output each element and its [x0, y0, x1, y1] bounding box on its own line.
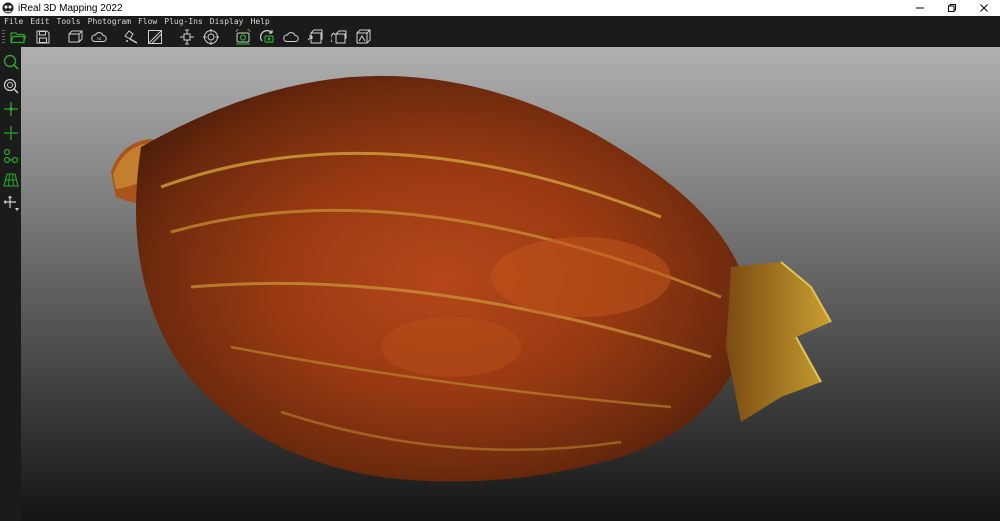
clean-mesh-button[interactable] — [122, 28, 140, 46]
align-points-button[interactable] — [2, 147, 20, 165]
menu-flow[interactable]: Flow — [138, 16, 157, 27]
window-title: iReal 3D Mapping 2022 — [18, 2, 123, 14]
save-icon — [36, 30, 50, 44]
zoom-button[interactable] — [2, 53, 20, 71]
menu-display[interactable]: Display — [210, 16, 244, 27]
restore-button[interactable] — [936, 0, 968, 16]
model-rotate-icon — [331, 30, 347, 44]
model-cube-icon — [356, 29, 371, 44]
pod-highlight — [381, 317, 521, 377]
center-button[interactable] — [2, 124, 20, 142]
move-button[interactable] — [2, 194, 20, 212]
menu-edit[interactable]: Edit — [30, 16, 49, 27]
pod-highlight — [491, 237, 671, 317]
svg-text:3D: 3D — [97, 37, 102, 41]
open-folder-icon — [10, 32, 26, 44]
drone-icon — [180, 29, 194, 45]
app-logo-icon — [2, 2, 14, 14]
grid-icon — [2, 172, 19, 187]
model-rotate-button[interactable] — [330, 28, 348, 46]
texture-button[interactable] — [146, 28, 164, 46]
camera-sync-button[interactable] — [258, 28, 276, 46]
model-export-icon — [307, 29, 323, 44]
grid-button[interactable] — [2, 171, 20, 189]
texture-icon — [148, 30, 162, 44]
open-project-button[interactable] — [9, 28, 27, 46]
menu-file[interactable]: File — [4, 16, 23, 27]
cloud-icon: 3D — [91, 32, 107, 42]
left-toolbar — [0, 47, 21, 521]
zoom-fit-icon — [3, 78, 19, 94]
toolbar-grip[interactable] — [2, 30, 5, 44]
title-bar: iReal 3D Mapping 2022 — [0, 0, 1000, 16]
close-icon — [980, 4, 988, 12]
cocoa-pod-3d-model[interactable] — [21, 47, 1000, 521]
align-points-icon — [3, 148, 18, 164]
window-controls — [904, 0, 1000, 16]
move-icon — [3, 195, 19, 211]
drone-button[interactable] — [178, 28, 196, 46]
zoom-icon — [3, 54, 19, 70]
menu-photogram[interactable]: Photogram — [88, 16, 131, 27]
menu-help[interactable]: Help — [251, 16, 270, 27]
crop-model-icon — [68, 30, 83, 43]
model-export-button[interactable] — [306, 28, 324, 46]
pod-stem — [726, 262, 831, 422]
save-button[interactable] — [34, 28, 52, 46]
minimize-icon — [916, 7, 924, 9]
menu-plug-ins[interactable]: Plug-Ins — [164, 16, 203, 27]
target-button[interactable] — [202, 28, 220, 46]
crop-model-button[interactable] — [66, 28, 84, 46]
zoom-fit-button[interactable] — [2, 77, 20, 95]
center-icon — [3, 125, 18, 140]
camera-sync-icon — [260, 30, 274, 43]
minimize-button[interactable] — [904, 0, 936, 16]
camera-refresh-button[interactable] — [234, 28, 252, 46]
model-cube-button[interactable] — [354, 28, 372, 46]
menu-bar: File Edit Tools Photogram Flow Plug-Ins … — [0, 16, 1000, 27]
main-toolbar: 3D — [0, 27, 1000, 47]
pivot-button[interactable] — [2, 100, 20, 118]
target-icon — [203, 29, 219, 45]
menu-tools[interactable]: Tools — [57, 16, 81, 27]
cloud-button[interactable]: 3D — [90, 28, 108, 46]
3d-viewport[interactable] — [21, 47, 1000, 521]
pivot-icon — [3, 102, 18, 116]
restore-icon — [948, 4, 956, 12]
cloud-outline-icon — [283, 32, 299, 42]
close-button[interactable] — [968, 0, 1000, 16]
camera-refresh-icon — [235, 29, 251, 45]
clean-mesh-icon — [124, 30, 138, 44]
cloud-outline-button[interactable] — [282, 28, 300, 46]
